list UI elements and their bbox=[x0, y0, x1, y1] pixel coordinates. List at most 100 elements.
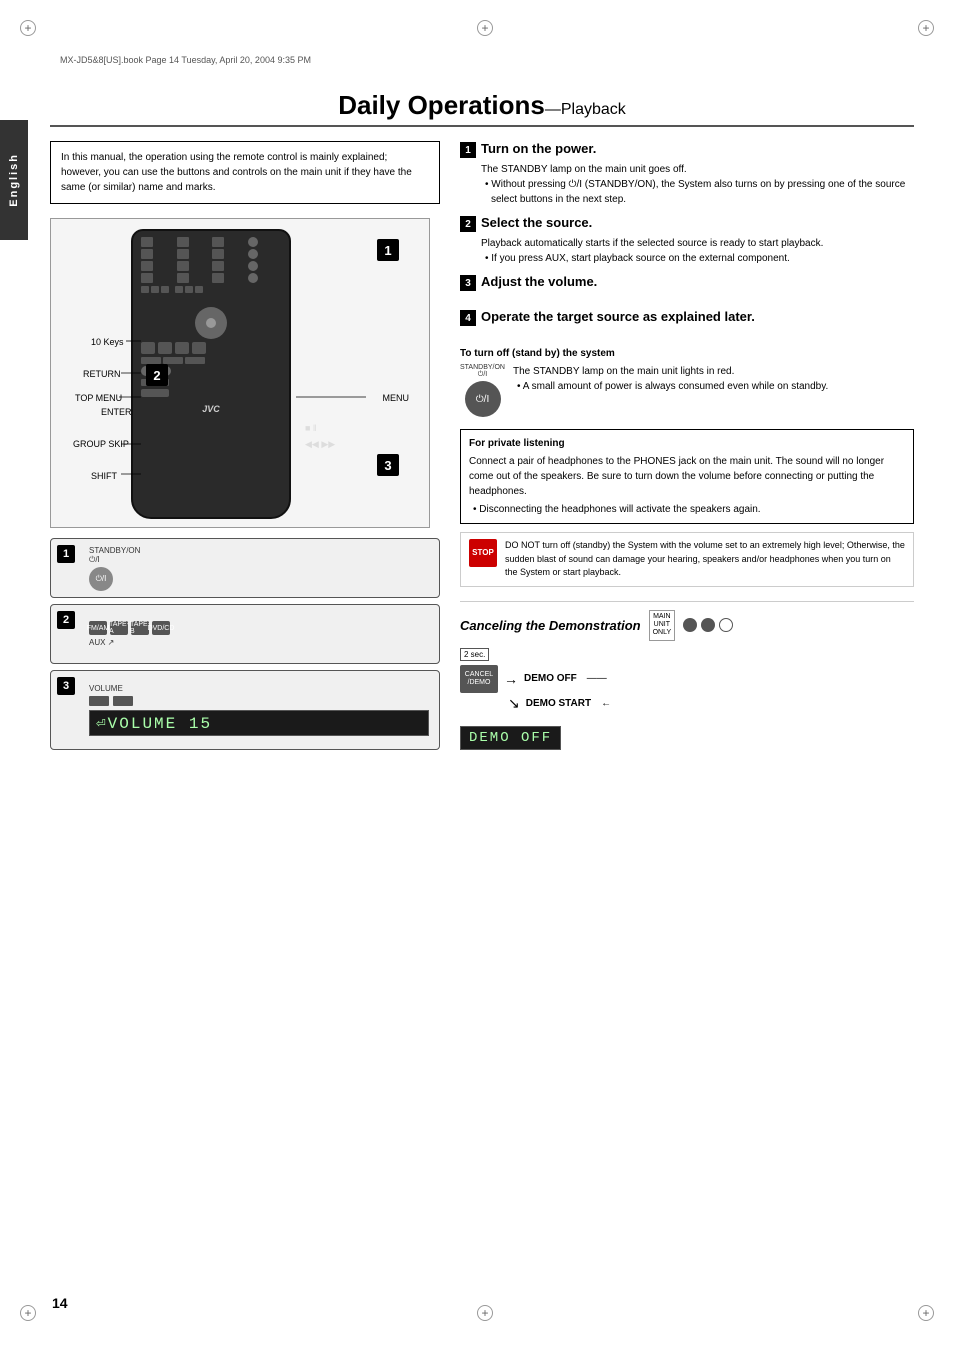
demo-2sec-badge: 2 sec. bbox=[460, 648, 489, 661]
remote-logo: JVC bbox=[133, 404, 289, 414]
rb-big-4 bbox=[192, 342, 206, 354]
step3-body bbox=[481, 295, 914, 301]
rb-big-3 bbox=[175, 342, 189, 354]
step4-num: 4 bbox=[460, 310, 476, 326]
corner-mark-bm bbox=[477, 1305, 493, 1321]
rb-wide-1 bbox=[141, 357, 161, 364]
panel-1-content: STANDBY/ON⏻/I ⏻/I bbox=[89, 546, 429, 591]
shift-btn bbox=[141, 389, 169, 397]
rb16 bbox=[248, 273, 258, 283]
step2-bullet-1: If you press AUX, start playback source … bbox=[481, 251, 914, 266]
fmam-button[interactable]: FM/AM bbox=[89, 621, 107, 635]
tape-a-button[interactable]: TAPE-A bbox=[110, 621, 128, 635]
rb14 bbox=[177, 273, 189, 283]
two-column-layout: In this manual, the operation using the … bbox=[50, 141, 914, 750]
badge-3: 3 bbox=[377, 454, 399, 476]
dvdcd-button[interactable]: DVD/CD bbox=[152, 621, 170, 635]
corner-mark-bl bbox=[20, 1305, 36, 1321]
panel-3-content: VOLUME ⏎VOLUME 15 bbox=[89, 684, 429, 736]
corner-mark-tm bbox=[477, 20, 493, 36]
standby-header: To turn off (stand by) the system bbox=[460, 348, 914, 359]
rb-small-1 bbox=[141, 286, 149, 293]
remote-row-1 bbox=[141, 286, 281, 293]
step1-text: The STANDBY lamp on the main unit goes o… bbox=[481, 162, 914, 177]
stop-icon: STOP bbox=[469, 539, 497, 567]
step1-header: 1 Turn on the power. bbox=[460, 141, 914, 158]
rb7 bbox=[212, 249, 224, 259]
main-content: Daily Operations—Playback In this manual… bbox=[50, 90, 914, 750]
rb-big-2 bbox=[158, 342, 172, 354]
volume-display: ⏎VOLUME 15 bbox=[89, 710, 429, 736]
label-10keys: 10 Keys bbox=[91, 337, 124, 347]
label-shift: SHIFT bbox=[91, 471, 117, 481]
badge-2: 2 bbox=[146, 364, 168, 386]
step3-title: Adjust the volume. bbox=[481, 274, 597, 289]
vol-minus[interactable] bbox=[89, 696, 109, 706]
dot-2 bbox=[701, 618, 715, 632]
rb-small-4 bbox=[175, 286, 183, 293]
demo-display-area: DEMO OFF bbox=[460, 722, 914, 750]
rb-small-2 bbox=[151, 286, 159, 293]
info-box: In this manual, the operation using the … bbox=[50, 141, 440, 204]
svg-text:■ ‖: ■ ‖ bbox=[305, 423, 317, 433]
volume-label: VOLUME bbox=[89, 684, 429, 693]
badge-1: 1 bbox=[377, 239, 399, 261]
step2-title: Select the source. bbox=[481, 215, 592, 230]
standby-icon-area: STANDBY/ON ⏻/I ⏻/I bbox=[460, 364, 505, 419]
remote-dpad bbox=[195, 307, 227, 339]
panel-1-label: STANDBY/ON⏻/I bbox=[89, 546, 429, 565]
panel-badge-3: 3 bbox=[57, 677, 75, 695]
right-column: 1 Turn on the power. The STANDBY lamp on… bbox=[460, 141, 914, 750]
rb-small-6 bbox=[195, 286, 203, 293]
device-panel-2: 2 FM/AM TAPE-A TAPE-B DVD/CD AUX ↗ bbox=[50, 604, 440, 664]
private-listening-box: For private listening Connect a pair of … bbox=[460, 429, 914, 524]
panel-badge-1: 1 bbox=[57, 545, 75, 563]
info-box-text: In this manual, the operation using the … bbox=[61, 152, 412, 193]
rb2 bbox=[177, 237, 189, 247]
device-panels: 1 STANDBY/ON⏻/I ⏻/I 2 FM/AM TAPE-A bbox=[50, 538, 440, 750]
step2-text: Playback automatically starts if the sel… bbox=[481, 236, 914, 251]
page-title: Daily Operations—Playback bbox=[338, 90, 626, 120]
standby-text-area: The STANDBY lamp on the main unit lights… bbox=[513, 364, 828, 394]
title-em: —Playback bbox=[545, 101, 626, 118]
side-tab: English bbox=[0, 120, 28, 240]
demo-arrow-1: → bbox=[504, 671, 518, 687]
volume-controls bbox=[89, 696, 429, 706]
label-top-menu: TOP MENU bbox=[75, 393, 122, 403]
label-group-skip: GROUP SKIP bbox=[73, 439, 129, 449]
label-enter: ENTER bbox=[101, 407, 132, 417]
private-listening-title: For private listening bbox=[469, 436, 905, 451]
rb-wide-2 bbox=[163, 357, 183, 364]
remote-top bbox=[133, 231, 289, 301]
remote-grid-1 bbox=[141, 237, 281, 283]
cancel-section: Canceling the Demonstration MAIN UNIT ON… bbox=[460, 601, 914, 750]
title-main: Daily Operations bbox=[338, 90, 545, 120]
cancel-demo-button[interactable]: CANCEL /DEMO bbox=[460, 665, 498, 693]
tape-b-button[interactable]: TAPE-B bbox=[131, 621, 149, 635]
standby-section: To turn off (stand by) the system STANDB… bbox=[460, 348, 914, 419]
step2-body: Playback automatically starts if the sel… bbox=[481, 236, 914, 266]
corner-mark-br bbox=[918, 1305, 934, 1321]
main-unit-only-badge: MAIN UNIT ONLY bbox=[649, 610, 676, 641]
standby-button[interactable]: ⏻/I bbox=[89, 567, 113, 591]
rb8 bbox=[248, 249, 258, 259]
dot-3 bbox=[719, 618, 733, 632]
svg-text:◀◀ ▶▶: ◀◀ ▶▶ bbox=[305, 439, 335, 449]
vol-plus[interactable] bbox=[113, 696, 133, 706]
private-listening-bullet: Disconnecting the headphones will activa… bbox=[469, 502, 905, 517]
left-column: In this manual, the operation using the … bbox=[50, 141, 440, 750]
rb4 bbox=[248, 237, 258, 247]
step3-num: 3 bbox=[460, 275, 476, 291]
standby-content: STANDBY/ON ⏻/I ⏻/I The STANDBY lamp on t… bbox=[460, 364, 914, 419]
label-return: RETURN bbox=[83, 369, 121, 379]
corner-mark-tl bbox=[20, 20, 36, 36]
corner-mark-tr bbox=[918, 20, 934, 36]
panel-2-content: FM/AM TAPE-A TAPE-B DVD/CD AUX ↗ bbox=[89, 621, 429, 647]
standby-bullet1: A small amount of power is always consum… bbox=[513, 379, 828, 394]
demo-arrow-2: ↘ bbox=[508, 695, 520, 712]
rb9 bbox=[141, 261, 153, 271]
warning-box: STOP DO NOT turn off (standby) the Syste… bbox=[460, 532, 914, 587]
step2-header: 2 Select the source. bbox=[460, 215, 914, 232]
demo-row-1: CANCEL /DEMO → DEMO OFF —— bbox=[460, 665, 914, 693]
rb-small-3 bbox=[161, 286, 169, 293]
